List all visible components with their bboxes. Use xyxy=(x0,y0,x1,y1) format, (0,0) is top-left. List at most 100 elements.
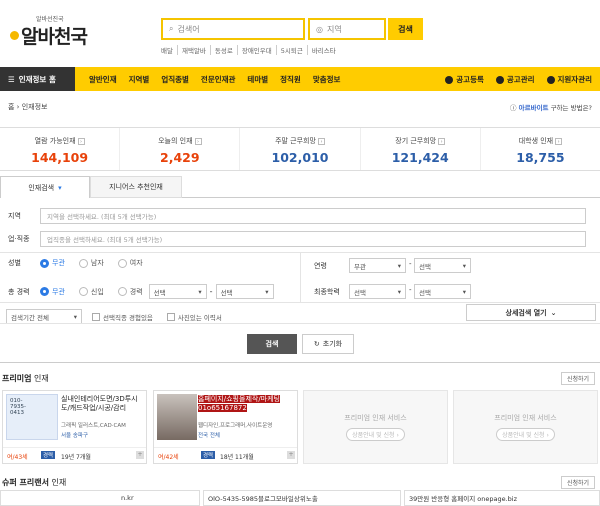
tab-search[interactable]: 인재검색 ▾ xyxy=(0,176,90,198)
period-select[interactable]: 검색기간 전체 ▾ xyxy=(6,309,82,324)
quick-link[interactable]: 재택알바 xyxy=(176,45,210,55)
manage-jobs-link[interactable]: 공고관리 xyxy=(495,74,535,85)
card-career: 18년 11개월 xyxy=(220,454,254,461)
premium-empty-card[interactable]: 프리미엄 인재 서비스 상품안내 및 신청 › xyxy=(453,390,598,464)
apply-link[interactable]: 상품안내 및 신청 › xyxy=(346,428,405,441)
nav-item[interactable]: 테마별 xyxy=(241,74,274,85)
divider xyxy=(0,302,600,303)
quick-link[interactable]: 배달 xyxy=(161,45,177,55)
premium-apply-button[interactable]: 신청하기 xyxy=(561,372,595,385)
age-from-select[interactable]: 무관 ▾ xyxy=(349,258,406,273)
region-label: 지역 xyxy=(8,212,21,220)
chevron-down-icon: ⌄ xyxy=(550,308,557,317)
super-apply-button[interactable]: 신청하기 xyxy=(561,476,595,489)
applicants-link[interactable]: 지원자관리 xyxy=(546,74,592,85)
quick-link[interactable]: 바리스타 xyxy=(306,45,340,55)
age-label: 연령 xyxy=(314,262,327,270)
career-from-select[interactable]: 선택 ▾ xyxy=(148,284,207,299)
site-logo[interactable]: 알바천국 xyxy=(10,22,88,49)
apply-link[interactable]: 상품안내 및 신청 › xyxy=(496,428,555,441)
photo-checkbox[interactable]: 사진있는 이력서 xyxy=(166,312,222,322)
empty-title: 프리미엄 인재 서비스 xyxy=(344,414,407,422)
stat-item[interactable]: 열람 가능인재 › 144,109 xyxy=(0,128,119,170)
chevron-down-icon: ▾ xyxy=(198,287,202,296)
career-to-select[interactable]: 선택 ▾ xyxy=(215,284,274,299)
card-divider xyxy=(154,447,297,448)
nav-item[interactable]: 전문인재관 xyxy=(195,74,242,85)
stat-item[interactable]: 대학생 인재 › 18,755 xyxy=(479,128,600,170)
help-link[interactable]: ⓘ 아르바이트 구하는 방법은? xyxy=(510,102,592,112)
quick-link[interactable]: 동성로 xyxy=(209,45,237,55)
empty-title: 프리미엄 인재 서비스 xyxy=(494,414,557,422)
card-age: 여/43세 xyxy=(7,454,28,461)
region-row: 지역 지역을 선택하세요. (최대 5개 선택가능) xyxy=(0,208,600,224)
nav-item[interactable]: 업직종별 xyxy=(155,74,195,85)
nav-item[interactable]: 알반인재 xyxy=(83,74,123,85)
career-new[interactable]: 신입 xyxy=(78,287,104,297)
premium-title: 프리미엄 인재 xyxy=(2,374,49,383)
job-row: 업·직종 업직종을 선택하세요. (최대 5개 선택가능) xyxy=(0,231,600,247)
card-title[interactable]: 실내인테리어도면/3D투시도/캐드작업/시공/감리 xyxy=(61,395,145,414)
gender-female[interactable]: 여자 xyxy=(117,258,143,268)
tab-divider xyxy=(182,197,600,198)
range-dash: - xyxy=(409,260,412,268)
help-icon: ⓘ xyxy=(510,104,519,112)
reset-button[interactable]: ↻ 초기화 xyxy=(302,334,354,354)
career-any[interactable]: 무관 xyxy=(40,287,65,297)
submit-search-button[interactable]: 검색 xyxy=(247,334,297,354)
super-title: 슈퍼 프리랜서 인재 xyxy=(2,478,67,487)
plus-icon[interactable]: + xyxy=(287,451,295,459)
job-field[interactable]: 업직종을 선택하세요. (최대 5개 선택가능) xyxy=(40,231,586,247)
plus-icon[interactable]: + xyxy=(136,451,144,459)
gender-male[interactable]: 남자 xyxy=(78,258,104,268)
career-row: 총 경력 무관 신입 경력 선택 ▾ - 선택 ▾ xyxy=(0,284,600,299)
search-button[interactable]: 검색 xyxy=(388,18,423,40)
career-exp[interactable]: 경력 xyxy=(117,287,143,297)
premium-card[interactable]: 010- 7935- 0413 실내인테리어도면/3D투시도/캐드작업/시공/감리 … xyxy=(2,390,147,464)
stat-item[interactable]: 주말 근무희망 › 102,010 xyxy=(239,128,359,170)
quick-link[interactable]: 5시퇴근 xyxy=(275,45,307,55)
nav-item[interactable]: 지역별 xyxy=(123,74,156,85)
gender-any[interactable]: 무관 xyxy=(40,258,65,268)
card-divider xyxy=(3,447,146,448)
divider xyxy=(0,362,600,363)
resume-thumbnail: 010- 7935- 0413 xyxy=(6,394,58,440)
premium-card[interactable]: 홈페이지/쇼핑몰제작/마케팅 01o65167872 웹디자인,프로그래머,사이… xyxy=(153,390,298,464)
stat-item[interactable]: 오늘의 인재 › 2,429 xyxy=(119,128,239,170)
logo-icon xyxy=(10,31,19,40)
job-label: 업·직종 xyxy=(8,235,30,243)
region-field[interactable]: 지역을 선택하세요. (최대 5개 선택가능) xyxy=(40,208,586,224)
chevron-down-icon: ▾ xyxy=(462,287,466,296)
card-age: 여/42세 xyxy=(158,454,179,461)
freelancer-item[interactable]: n.kr xyxy=(0,490,200,506)
age-to-select[interactable]: 선택 ▾ xyxy=(414,258,471,273)
region-input[interactable]: ◎ 지역 xyxy=(308,18,386,40)
nav-item[interactable]: 정직원 xyxy=(274,74,307,85)
edu-to-select[interactable]: 선택 ▾ xyxy=(414,284,471,299)
edu-from-select[interactable]: 선택 ▾ xyxy=(349,284,406,299)
location-icon: ◎ xyxy=(316,24,323,34)
user-icon xyxy=(546,75,555,84)
plus-icon xyxy=(445,75,454,84)
freelancer-item[interactable]: OlO-5435-5985블로그모바일상위노출 xyxy=(203,490,401,506)
chevron-down-icon: ▾ xyxy=(462,261,466,270)
list-icon xyxy=(495,75,504,84)
stats-bar: 열람 가능인재 › 144,109 오늘의 인재 › 2,429 주말 근무희망 › 102… xyxy=(0,127,600,171)
detail-search-toggle[interactable]: 상세검색 열기 ⌄ xyxy=(466,304,596,321)
search-input[interactable]: ⌕ 검색어 xyxy=(161,18,305,40)
nav-item[interactable]: 맞춤정보 xyxy=(307,74,347,85)
chevron-down-icon: ▾ xyxy=(73,312,77,321)
card-category: 웹디자인,프로그래머,사이트운영 xyxy=(198,423,273,429)
exp-checkbox[interactable]: 선택직종 경험있음 xyxy=(92,312,153,322)
tab-recommend[interactable]: 지니어스 추천인재 xyxy=(90,176,182,198)
nav-home[interactable]: ☰ 인재정보 홈 xyxy=(0,67,75,91)
freelancer-item[interactable]: 39만원 반응형 홈페이지 onepage.biz xyxy=(404,490,600,506)
range-dash: - xyxy=(209,287,213,296)
premium-empty-card[interactable]: 프리미엄 인재 서비스 상품안내 및 신청 › xyxy=(303,390,448,464)
chevron-down-icon: ▾ xyxy=(265,287,269,296)
quick-link[interactable]: 장애인우대 xyxy=(236,45,276,55)
card-title[interactable]: 홈페이지/쇼핑몰제작/마케팅 01o65167872 xyxy=(198,395,295,414)
post-job-link[interactable]: 공고등록 xyxy=(445,74,484,85)
stat-item[interactable]: 장기 근무희망 › 121,424 xyxy=(359,128,480,170)
career-badge: 경력 xyxy=(201,451,216,459)
